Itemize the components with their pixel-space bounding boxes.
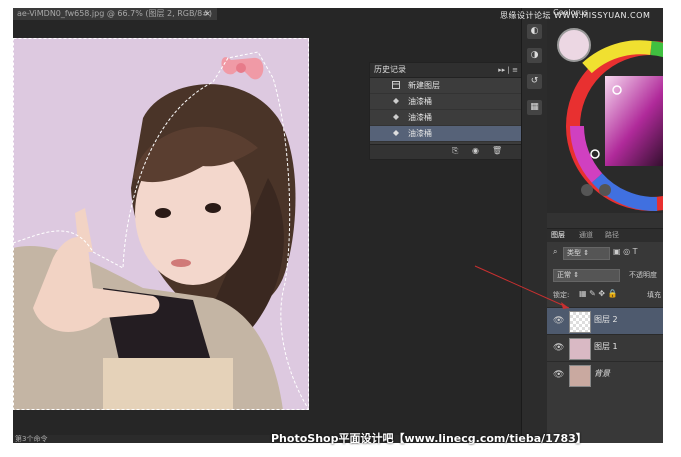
annotation-arrow	[474, 265, 570, 309]
watermark-bottom: PhotoShop平面设计吧【www.linecg.com/tieba/1783…	[271, 432, 587, 445]
photoshop-workspace: ae-ViMDN0_fw658.jpg @ 66.7% (图层 2, RGB/8…	[13, 8, 663, 443]
watermark-top: 思缘设计论坛 WWW.MISSYUAN.COM	[500, 11, 651, 20]
